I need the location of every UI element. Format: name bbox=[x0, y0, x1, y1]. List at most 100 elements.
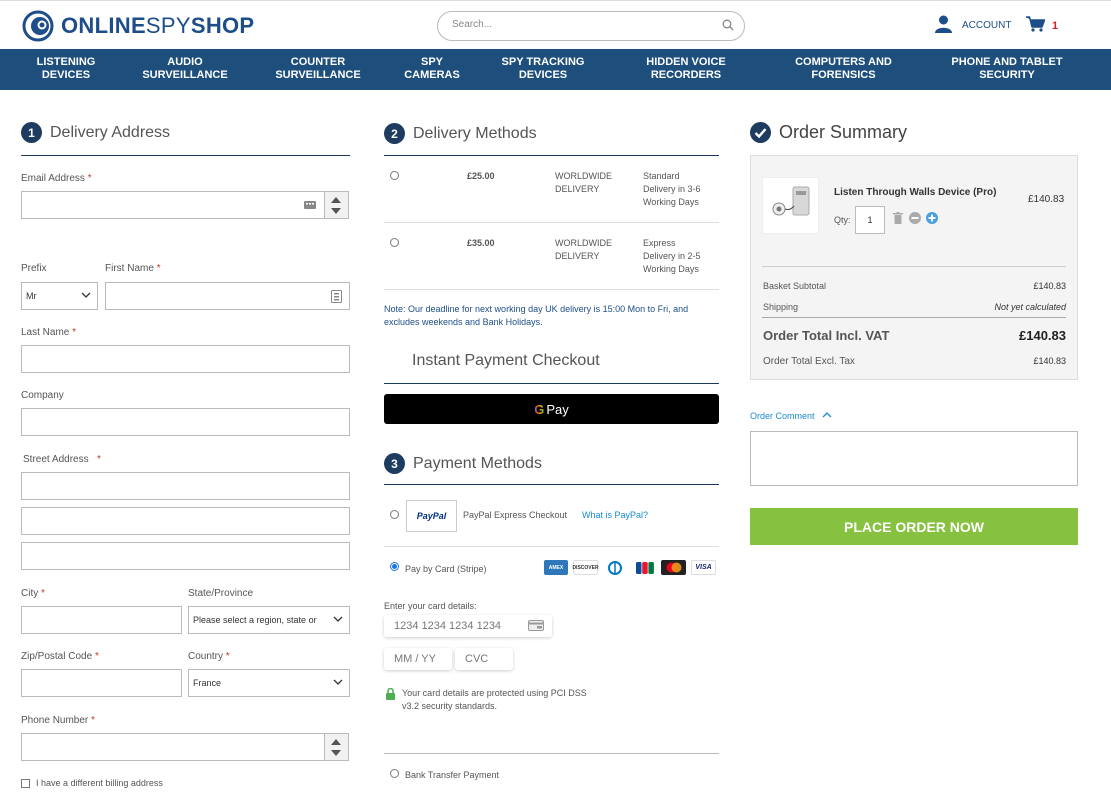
step-number: 3 bbox=[384, 453, 405, 474]
nav-listening-devices[interactable]: LISTENING DEVICES bbox=[24, 56, 108, 82]
qty-input[interactable]: 1 bbox=[855, 206, 885, 234]
site-header: ONLINESPYSHOP ACCOUNT 1 bbox=[0, 0, 1111, 49]
phone-spinner[interactable] bbox=[325, 733, 349, 761]
chevron-down-icon bbox=[81, 290, 91, 302]
diners-icon bbox=[603, 560, 626, 575]
jcb-icon bbox=[633, 560, 656, 575]
search-icon[interactable] bbox=[722, 19, 734, 34]
email-input[interactable] bbox=[22, 192, 324, 218]
total-excl-tax-value: £140.83 bbox=[1033, 356, 1066, 366]
nav-phone-and-tablet-security[interactable]: PHONE AND TABLET SECURITY bbox=[946, 56, 1068, 82]
account-link[interactable]: ACCOUNT bbox=[935, 15, 1011, 36]
card-stripe-radio[interactable] bbox=[390, 562, 399, 571]
place-order-button[interactable]: PLACE ORDER NOW bbox=[750, 508, 1078, 545]
street-line-3-input[interactable] bbox=[22, 543, 349, 569]
first-name-input[interactable] bbox=[106, 283, 349, 309]
company-input[interactable] bbox=[22, 409, 349, 435]
product-image[interactable] bbox=[762, 177, 819, 234]
site-logo[interactable]: ONLINESPYSHOP bbox=[21, 10, 254, 42]
company-label: Company bbox=[21, 390, 64, 401]
prefix-label: Prefix bbox=[21, 263, 47, 274]
first-name-field[interactable] bbox=[105, 282, 350, 310]
spinner-up-icon[interactable] bbox=[331, 739, 341, 745]
shipping-value: Not yet calculated bbox=[994, 302, 1066, 312]
trash-icon[interactable] bbox=[893, 212, 903, 227]
nav-hidden-voice-recorders[interactable]: HIDDEN VOICE RECORDERS bbox=[637, 56, 735, 82]
expiry-field[interactable]: MM / YY bbox=[384, 648, 452, 670]
contact-card-icon[interactable] bbox=[331, 290, 342, 306]
nav-audio-surveillance[interactable]: AUDIO SURVEILLANCE bbox=[138, 56, 232, 82]
paypal-radio[interactable] bbox=[390, 510, 399, 519]
search-input[interactable] bbox=[452, 19, 712, 30]
last-name-label: Last Name * bbox=[21, 327, 77, 338]
spinner-down-icon[interactable] bbox=[331, 750, 341, 756]
delivery-carrier: WORLDWIDE DELIVERY bbox=[555, 238, 612, 261]
city-field[interactable] bbox=[21, 606, 182, 634]
city-input[interactable] bbox=[22, 607, 181, 633]
billing-address-checkbox[interactable] bbox=[21, 779, 30, 788]
visa-icon: VISA bbox=[691, 560, 716, 575]
cvc-field[interactable]: CVC bbox=[455, 648, 513, 670]
autofill-icon[interactable] bbox=[304, 199, 316, 214]
row-divider bbox=[384, 753, 719, 754]
order-comment-toggle[interactable]: Order Comment bbox=[750, 411, 832, 421]
cvc-placeholder: CVC bbox=[465, 653, 489, 665]
prefix-value: Mr bbox=[26, 291, 37, 301]
bank-transfer-radio[interactable] bbox=[390, 769, 399, 778]
phone-field[interactable] bbox=[21, 733, 325, 761]
delivery-express-radio[interactable] bbox=[390, 238, 399, 247]
zip-field[interactable] bbox=[21, 669, 182, 697]
section-title: Delivery Methods bbox=[413, 124, 537, 142]
phone-input[interactable] bbox=[22, 734, 324, 760]
card-number-field[interactable]: 1234 1234 1234 1234 bbox=[384, 615, 552, 637]
street-label: Street Address * bbox=[23, 454, 101, 465]
last-name-field[interactable] bbox=[21, 345, 350, 373]
summary-divider bbox=[762, 266, 1066, 267]
section-divider bbox=[384, 484, 719, 485]
nav-computers-and-forensics[interactable]: COMPUTERS AND FORENSICS bbox=[786, 56, 901, 82]
section-title: Delivery Address bbox=[50, 123, 171, 141]
google-pay-button[interactable]: G Pay bbox=[384, 394, 719, 424]
row-divider bbox=[384, 289, 719, 290]
cart-link[interactable]: 1 bbox=[1026, 16, 1058, 35]
nav-spy-cameras[interactable]: SPY CAMERAS bbox=[400, 56, 464, 82]
email-field[interactable] bbox=[21, 191, 325, 219]
product-name[interactable]: Listen Through Walls Device (Pro) bbox=[834, 187, 996, 198]
spinner-up-icon[interactable] bbox=[331, 197, 341, 203]
amex-icon: AMEX bbox=[544, 560, 568, 575]
country-value: France bbox=[193, 678, 222, 688]
delivery-price: £35.00 bbox=[467, 238, 495, 248]
last-name-input[interactable] bbox=[22, 346, 349, 372]
what-is-paypal-link[interactable]: What is PayPal? bbox=[582, 510, 648, 520]
qty-label: Qty: bbox=[834, 215, 851, 225]
country-select[interactable]: France bbox=[188, 669, 350, 697]
section-divider bbox=[384, 383, 719, 384]
delivery-description: Express Delivery in 2-5 Working Days bbox=[643, 238, 701, 274]
search-bar[interactable] bbox=[437, 11, 745, 41]
street-line-2-field[interactable] bbox=[21, 507, 350, 535]
order-comment-label: Order Comment bbox=[750, 411, 815, 421]
street-line-3-field[interactable] bbox=[21, 542, 350, 570]
eye-logo-icon bbox=[21, 10, 57, 42]
paypal-label: PayPal Express Checkout bbox=[463, 510, 568, 520]
phone-label: Phone Number * bbox=[21, 715, 95, 726]
company-field[interactable] bbox=[21, 408, 350, 436]
order-comment-textarea[interactable] bbox=[750, 431, 1078, 486]
delivery-standard-radio[interactable] bbox=[390, 171, 399, 180]
prefix-select[interactable]: Mr bbox=[21, 282, 98, 310]
billing-address-label: I have a different billing address bbox=[36, 778, 163, 788]
shipping-label: Shipping bbox=[763, 302, 799, 312]
street-line-2-input[interactable] bbox=[22, 508, 349, 534]
nav-spy-tracking-devices[interactable]: SPY TRACKING DEVICES bbox=[497, 56, 589, 82]
plus-circle-icon[interactable] bbox=[926, 212, 938, 227]
street-line-1-input[interactable] bbox=[22, 473, 349, 499]
summary-divider bbox=[762, 317, 1066, 318]
zip-input[interactable] bbox=[22, 670, 181, 696]
email-spinner[interactable] bbox=[325, 191, 349, 219]
nav-counter-surveillance[interactable]: COUNTER SURVEILLANCE bbox=[270, 56, 366, 82]
spinner-down-icon[interactable] bbox=[331, 208, 341, 214]
minus-circle-icon[interactable] bbox=[909, 212, 921, 227]
account-label: ACCOUNT bbox=[962, 20, 1012, 31]
street-line-1-field[interactable] bbox=[21, 472, 350, 500]
state-select[interactable]: Please select a region, state or bbox=[188, 606, 350, 634]
